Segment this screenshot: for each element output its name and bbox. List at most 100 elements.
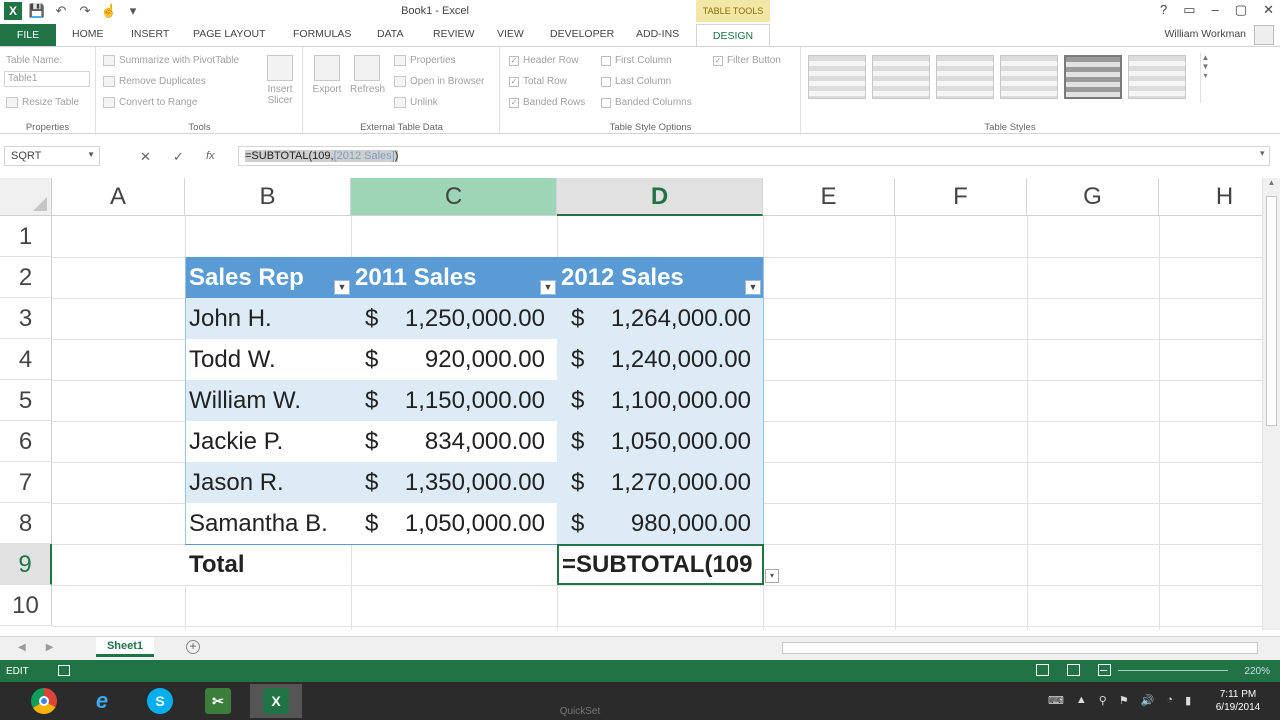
last-column-checkbox[interactable]: Last Column bbox=[601, 76, 671, 87]
scroll-up-icon[interactable]: ▲ bbox=[1263, 178, 1280, 187]
zoom-out-icon[interactable]: – bbox=[1100, 662, 1107, 677]
tab-developer[interactable]: DEVELOPER bbox=[550, 28, 614, 40]
tab-review[interactable]: REVIEW bbox=[433, 28, 474, 40]
table-style-swatch[interactable] bbox=[872, 55, 930, 99]
add-sheet-icon[interactable]: + bbox=[186, 640, 200, 654]
table-style-swatch-selected[interactable] bbox=[1064, 55, 1122, 99]
table-header-cell[interactable]: 2012 Sales ▼ bbox=[557, 257, 763, 298]
clock[interactable]: 7:11 PM 6/19/2014 bbox=[1204, 688, 1272, 714]
table-style-swatch[interactable] bbox=[1128, 55, 1186, 99]
total-label-cell[interactable]: Total bbox=[185, 544, 351, 585]
table-cell[interactable]: $980,000.00 bbox=[557, 503, 763, 544]
taskbar-ie[interactable]: e bbox=[76, 684, 128, 718]
sheet-next-icon[interactable]: ▶ bbox=[46, 642, 54, 653]
column-header-c[interactable]: C bbox=[351, 178, 557, 216]
table-cell[interactable]: William W. bbox=[185, 380, 351, 421]
worksheet-grid[interactable]: A B C D E F G H 1 2 3 4 5 6 7 8 9 10 Sal… bbox=[0, 178, 1280, 630]
table-style-swatch[interactable] bbox=[1000, 55, 1058, 99]
select-all-button[interactable] bbox=[0, 178, 52, 216]
tab-page-layout[interactable]: PAGE LAYOUT bbox=[193, 28, 266, 40]
resize-table-button[interactable]: Resize Table bbox=[6, 97, 79, 108]
user-name[interactable]: William Workman bbox=[1165, 28, 1246, 40]
row-header-4[interactable]: 4 bbox=[0, 339, 52, 380]
column-header-b[interactable]: B bbox=[185, 178, 351, 216]
maximize-icon[interactable]: ▢ bbox=[1235, 2, 1247, 18]
table-cell[interactable]: John H. bbox=[185, 298, 351, 339]
formula-input[interactable]: =SUBTOTAL(109,[2012 Sales]) bbox=[238, 146, 1270, 166]
table-cell[interactable]: $1,050,000.00 bbox=[351, 503, 557, 544]
ribbon-display-icon[interactable]: ▭ bbox=[1183, 2, 1195, 18]
zoom-slider[interactable] bbox=[1118, 670, 1228, 671]
scroll-thumb[interactable] bbox=[1266, 196, 1277, 426]
sheet-tab-active[interactable]: Sheet1 bbox=[96, 637, 154, 657]
column-header-a[interactable]: A bbox=[52, 178, 185, 216]
macro-record-icon[interactable] bbox=[58, 665, 70, 676]
refresh-button[interactable]: Refresh bbox=[350, 55, 385, 95]
gallery-down-icon[interactable]: ▼ bbox=[1201, 62, 1210, 71]
table-cell[interactable]: $1,240,000.00 bbox=[557, 339, 763, 380]
first-column-checkbox[interactable]: First Column bbox=[601, 55, 672, 66]
enter-icon[interactable]: ✓ bbox=[173, 149, 184, 165]
column-header-d[interactable]: D bbox=[557, 178, 763, 216]
convert-range-button[interactable]: Convert to Range bbox=[103, 97, 197, 108]
unlink-button[interactable]: Unlink bbox=[394, 97, 438, 108]
table-cell[interactable]: Samantha B. bbox=[185, 503, 351, 544]
table-cell[interactable]: $1,250,000.00 bbox=[351, 298, 557, 339]
volume-icon[interactable]: 🔊 bbox=[1141, 694, 1155, 707]
insert-slicer-button[interactable]: Insert Slicer bbox=[263, 55, 297, 106]
taskbar-chrome[interactable] bbox=[18, 684, 70, 718]
table-header-cell[interactable]: 2011 Sales ▼ bbox=[351, 257, 558, 298]
table-cell[interactable]: $1,350,000.00 bbox=[351, 462, 557, 503]
taskbar-excel[interactable]: X bbox=[250, 684, 302, 718]
table-cell[interactable]: $1,270,000.00 bbox=[557, 462, 763, 503]
column-header-f[interactable]: F bbox=[895, 178, 1027, 216]
tab-view[interactable]: VIEW bbox=[497, 28, 524, 40]
table-cell[interactable]: Jason R. bbox=[185, 462, 351, 503]
column-header-e[interactable]: E bbox=[763, 178, 895, 216]
row-header-7[interactable]: 7 bbox=[0, 462, 52, 503]
tab-add-ins[interactable]: ADD-INS bbox=[636, 28, 679, 40]
help-icon[interactable]: ? bbox=[1160, 2, 1167, 18]
gallery-up-icon[interactable]: ▲ bbox=[1201, 53, 1210, 62]
active-cell-d9[interactable]: =SUBTOTAL(109 bbox=[557, 544, 764, 585]
network-icon[interactable]: ⚲ bbox=[1099, 694, 1107, 707]
row-header-8[interactable]: 8 bbox=[0, 503, 52, 544]
row-header-1[interactable]: 1 bbox=[0, 216, 52, 257]
cancel-icon[interactable]: ✕ bbox=[140, 149, 151, 165]
table-cell[interactable]: $1,050,000.00 bbox=[557, 421, 763, 462]
tab-formulas[interactable]: FORMULAS bbox=[293, 28, 351, 40]
insert-function-icon[interactable]: fx bbox=[206, 150, 215, 162]
banded-columns-checkbox[interactable]: Banded Columns bbox=[601, 97, 692, 108]
row-header-6[interactable]: 6 bbox=[0, 421, 52, 462]
chevron-down-icon[interactable]: ▼ bbox=[87, 150, 95, 159]
keyboard-icon[interactable]: ⌨ bbox=[1048, 694, 1064, 707]
sheet-prev-icon[interactable]: ◀ bbox=[18, 642, 26, 653]
table-cell[interactable]: $1,264,000.00 bbox=[557, 298, 763, 339]
table-name-input[interactable]: Table1 bbox=[4, 71, 90, 87]
tab-home[interactable]: HOME bbox=[72, 28, 104, 40]
battery-icon[interactable]: ▮ bbox=[1185, 694, 1191, 707]
tab-file[interactable]: FILE bbox=[0, 24, 56, 46]
taskbar-skype[interactable]: S bbox=[134, 684, 186, 718]
banded-rows-checkbox[interactable]: ✓ Banded Rows bbox=[509, 97, 585, 108]
table-header-cell[interactable]: Sales Rep ▼ bbox=[185, 257, 352, 298]
vertical-scrollbar[interactable]: ▲ bbox=[1262, 178, 1280, 630]
wifi-icon[interactable]: ◔ bbox=[1166, 694, 1173, 707]
filter-dropdown-icon[interactable]: ▼ bbox=[540, 280, 556, 295]
table-cell[interactable]: $1,100,000.00 bbox=[557, 380, 763, 421]
gallery-scroll[interactable]: ▲ ▼ ▾ bbox=[1200, 53, 1210, 103]
page-layout-view-icon[interactable] bbox=[1067, 664, 1080, 676]
normal-view-icon[interactable] bbox=[1036, 664, 1049, 676]
close-icon[interactable]: ✕ bbox=[1263, 2, 1274, 18]
tab-insert[interactable]: INSERT bbox=[131, 28, 169, 40]
row-header-5[interactable]: 5 bbox=[0, 380, 52, 421]
export-button[interactable]: Export bbox=[310, 55, 344, 95]
filter-dropdown-icon[interactable]: ▼ bbox=[334, 280, 350, 295]
remove-duplicates-button[interactable]: Remove Duplicates bbox=[103, 76, 206, 87]
table-cell[interactable]: Todd W. bbox=[185, 339, 351, 380]
tab-design[interactable]: DESIGN bbox=[696, 24, 770, 46]
flag-icon[interactable]: ⚑ bbox=[1119, 694, 1129, 707]
horizontal-scrollbar[interactable] bbox=[782, 642, 1258, 654]
gallery-more-icon[interactable]: ▾ bbox=[1201, 71, 1210, 80]
table-style-swatch[interactable] bbox=[936, 55, 994, 99]
